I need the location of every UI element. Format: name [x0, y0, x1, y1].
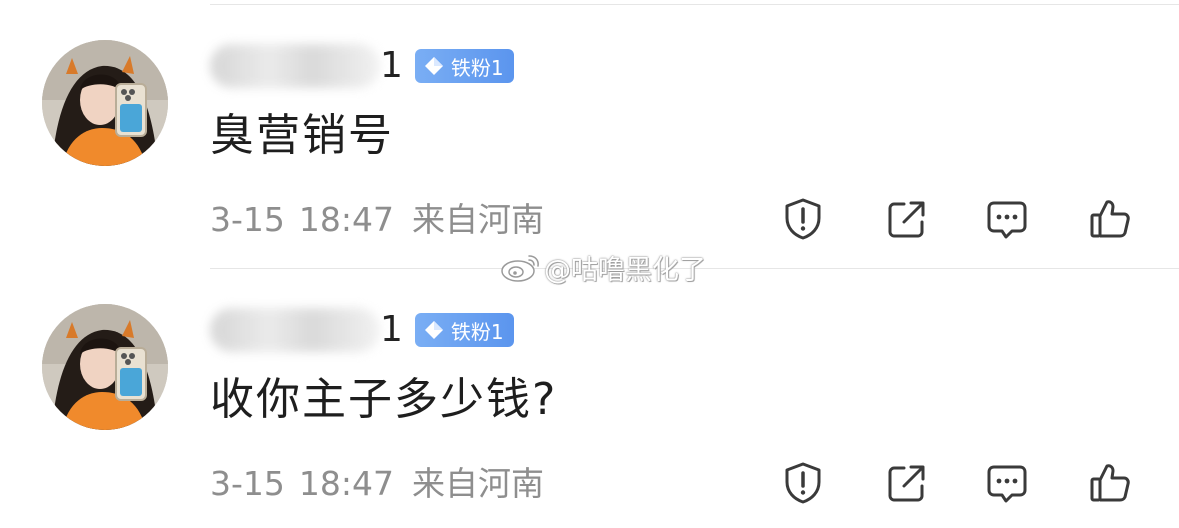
thumbs-up-icon — [1090, 464, 1130, 502]
comment-bubble-icon — [987, 201, 1027, 239]
fan-badge[interactable]: 铁粉1 — [414, 313, 514, 347]
avatar[interactable] — [42, 304, 168, 430]
username[interactable]: 1 铁粉1 — [210, 308, 514, 352]
username-redacted — [210, 308, 380, 352]
diamond-icon — [424, 321, 443, 339]
comment-location: 来自河南 — [412, 464, 545, 503]
comment-text: 臭营销号 — [210, 110, 394, 161]
comment-meta: 3-15 18:47 来自河南 — [210, 198, 544, 242]
username-suffix: 1 — [380, 45, 403, 86]
like-button[interactable] — [1087, 196, 1133, 242]
weibo-logo-icon — [501, 255, 539, 282]
shield-exclamation-icon — [785, 462, 821, 504]
username-suffix: 1 — [380, 309, 403, 350]
share-icon — [888, 465, 925, 502]
username[interactable]: 1 铁粉1 — [210, 44, 514, 88]
diamond-icon — [424, 57, 443, 75]
shield-exclamation-icon — [785, 198, 821, 240]
comment-location: 来自河南 — [412, 200, 545, 239]
comment-item: 1 铁粉1 臭营销号 3-15 18:47 来自河南 — [0, 0, 1179, 264]
share-icon — [888, 201, 925, 238]
report-button[interactable] — [780, 196, 826, 242]
reply-button[interactable] — [984, 460, 1030, 506]
comment-text: 收你主子多少钱? — [210, 374, 558, 425]
report-button[interactable] — [780, 460, 826, 506]
comment-meta: 3-15 18:47 来自河南 — [210, 462, 544, 506]
avatar-image — [42, 304, 168, 430]
username-redacted — [210, 44, 380, 88]
share-button[interactable] — [884, 460, 930, 506]
comment-date: 3-15 — [210, 200, 285, 239]
comment-time: 18:47 — [298, 200, 395, 239]
share-button[interactable] — [884, 196, 930, 242]
comment-bubble-icon — [987, 465, 1027, 503]
reply-button[interactable] — [984, 196, 1030, 242]
avatar[interactable] — [42, 40, 168, 166]
comment-time: 18:47 — [298, 464, 395, 503]
watermark-text: @咕噜黑化了 — [544, 254, 706, 286]
fan-badge-label: 铁粉1 — [450, 319, 504, 344]
comment-item: 1 铁粉1 收你主子多少钱? 3-15 18:47 来自河南 — [0, 264, 1179, 528]
watermark: @咕噜黑化了 — [498, 248, 706, 286]
avatar-image — [42, 40, 168, 166]
fan-badge-label: 铁粉1 — [450, 55, 504, 80]
like-button[interactable] — [1087, 460, 1133, 506]
fan-badge[interactable]: 铁粉1 — [414, 49, 514, 83]
comment-date: 3-15 — [210, 464, 285, 503]
thumbs-up-icon — [1090, 200, 1130, 238]
